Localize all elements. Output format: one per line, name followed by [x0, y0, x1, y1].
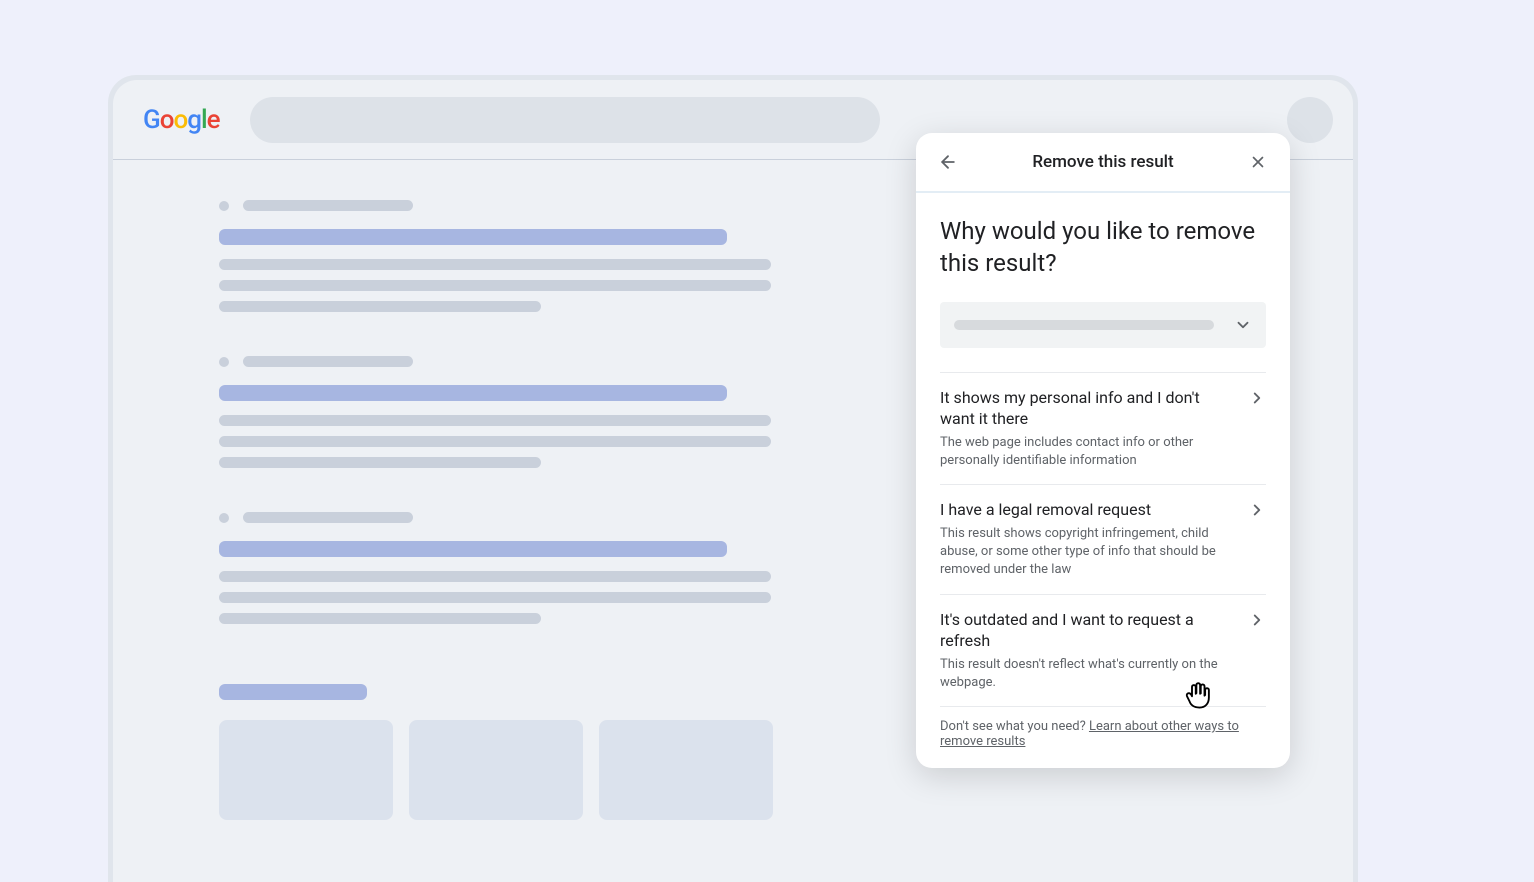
result-item	[219, 200, 793, 312]
panel-body: Why would you like to remove this result…	[916, 193, 1290, 768]
close-icon	[1249, 153, 1267, 171]
result-url-placeholder	[243, 512, 413, 523]
related-tile[interactable]	[409, 720, 583, 820]
result-snippet-placeholder	[219, 613, 541, 624]
avatar[interactable]	[1287, 97, 1333, 143]
option-outdated-refresh[interactable]: It's outdated and I want to request a re…	[940, 594, 1266, 707]
result-title-placeholder[interactable]	[219, 229, 727, 245]
result-meta	[219, 200, 793, 211]
favicon-placeholder	[219, 357, 229, 367]
logo-letter: G	[143, 105, 160, 135]
result-snippet-placeholder	[219, 280, 771, 291]
favicon-placeholder	[219, 201, 229, 211]
option-legal-removal[interactable]: I have a legal removal request This resu…	[940, 484, 1266, 593]
chevron-down-icon	[1234, 316, 1252, 334]
result-meta	[219, 512, 793, 523]
option-personal-info[interactable]: It shows my personal info and I don't wa…	[940, 372, 1266, 485]
search-input[interactable]	[250, 97, 880, 143]
chevron-right-icon	[1248, 389, 1266, 407]
panel-heading: Why would you like to remove this result…	[940, 215, 1266, 280]
footer-prefix: Don't see what you need?	[940, 719, 1089, 734]
option-text: It shows my personal info and I don't wa…	[940, 387, 1238, 471]
result-title-placeholder[interactable]	[219, 385, 727, 401]
option-text: I have a legal removal request This resu…	[940, 499, 1238, 579]
option-desc: The web page includes contact info or ot…	[940, 434, 1238, 470]
option-text: It's outdated and I want to request a re…	[940, 609, 1238, 693]
logo-letter: g	[187, 105, 201, 135]
chevron-right-icon	[1248, 611, 1266, 629]
result-url-placeholder	[243, 356, 413, 367]
panel-footer: Don't see what you need? Learn about oth…	[940, 706, 1266, 749]
dropdown-placeholder-bar	[954, 320, 1214, 330]
logo-letter: o	[173, 105, 187, 135]
result-item	[219, 512, 793, 624]
result-meta	[219, 356, 793, 367]
option-title: I have a legal removal request	[940, 499, 1238, 521]
panel-title: Remove this result	[962, 152, 1244, 172]
logo-letter: e	[207, 105, 220, 135]
reason-dropdown[interactable]	[940, 302, 1266, 348]
logo-letter: o	[160, 105, 174, 135]
back-button[interactable]	[934, 148, 962, 176]
result-snippet-placeholder	[219, 571, 771, 582]
result-title-placeholder[interactable]	[219, 541, 727, 557]
google-logo[interactable]: G o o g l e	[143, 105, 220, 135]
chevron-right-icon	[1248, 501, 1266, 519]
favicon-placeholder	[219, 513, 229, 523]
option-desc: This result doesn't reflect what's curre…	[940, 656, 1238, 692]
related-tile[interactable]	[219, 720, 393, 820]
result-snippet-placeholder	[219, 436, 771, 447]
result-snippet-placeholder	[219, 301, 541, 312]
search-results	[113, 160, 793, 624]
result-item	[219, 356, 793, 468]
section-title-placeholder	[219, 684, 367, 700]
result-url-placeholder	[243, 200, 413, 211]
panel-header: Remove this result	[916, 133, 1290, 193]
result-snippet-placeholder	[219, 415, 771, 426]
remove-result-panel: Remove this result Why would you like to…	[916, 133, 1290, 768]
close-button[interactable]	[1244, 148, 1272, 176]
option-title: It's outdated and I want to request a re…	[940, 609, 1238, 652]
option-desc: This result shows copyright infringement…	[940, 525, 1238, 580]
option-title: It shows my personal info and I don't wa…	[940, 387, 1238, 430]
arrow-left-icon	[938, 152, 958, 172]
result-snippet-placeholder	[219, 259, 771, 270]
related-tile[interactable]	[599, 720, 773, 820]
result-snippet-placeholder	[219, 457, 541, 468]
result-snippet-placeholder	[219, 592, 771, 603]
